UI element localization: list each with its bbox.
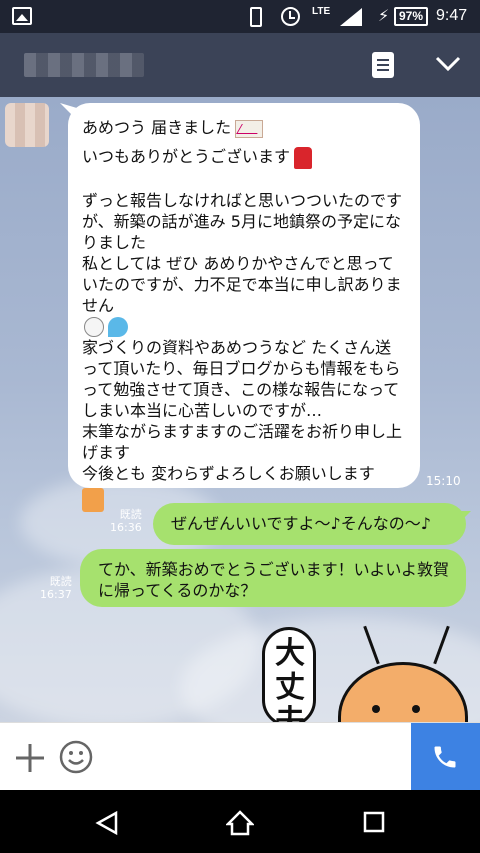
read-status: 既読 (119, 508, 142, 521)
sweat-emoji-icon (108, 317, 128, 337)
notes-icon[interactable] (372, 52, 394, 78)
system-nav-bar (0, 790, 480, 853)
message-line: いつもありがとうございます (82, 147, 291, 166)
sticker-eye (372, 705, 380, 713)
vibrate-icon (250, 7, 262, 27)
message-text: てか、新築おめでとうございます！いよいよ敦賀に帰ってくるのかな？ (98, 560, 450, 600)
gallery-icon (12, 7, 32, 25)
message-line: 末筆ながらますますのご活躍をお祈り申し上げます (82, 422, 403, 462)
message-line: 今後とも 変わらずよろしくお願いします (82, 464, 375, 483)
chevron-down-icon[interactable] (434, 49, 462, 77)
message-line: ずっと報告しなければと思いつついたのですが、新築の話が進み 5月に地鎮祭の予定に… (82, 190, 403, 252)
sticker-eye (412, 705, 420, 713)
charging-icon: ⚡ (378, 6, 390, 25)
avatar[interactable] (5, 103, 49, 147)
phone-icon (434, 746, 456, 768)
message-line: 私としては ぜひ あめりかやさんでと思っていたのですが、力不足で本当に申し訳あり… (82, 253, 402, 315)
contact-name-blurred[interactable] (24, 53, 144, 77)
message-time: 16:36 (110, 521, 142, 534)
house-emoji-icon (82, 488, 104, 512)
message-line: あめつう 届きました (82, 118, 232, 137)
back-icon[interactable] (94, 810, 120, 836)
plus-icon[interactable] (14, 742, 46, 774)
network-type: LTE (312, 6, 331, 17)
incoming-message[interactable]: あめつう 届きました いつもありがとうございます ずっと報告しなければと思いつつ… (68, 103, 420, 512)
clock: 9:47 (436, 7, 468, 24)
call-button[interactable] (411, 723, 480, 791)
alarm-icon (281, 7, 300, 26)
sticker-text: 大丈夫 (275, 636, 305, 723)
outgoing-message[interactable]: てか、新築おめでとうございます！いよいよ敦賀に帰ってくるのかな？ (80, 549, 466, 607)
chat-area[interactable]: あめつう 届きました いつもありがとうございます ずっと報告しなければと思いつつ… (0, 97, 480, 722)
status-bar: LTE ⚡ 97% 9:47 (0, 0, 480, 33)
message-text: ぜんぜんいいですよ～♪そんなの～♪ (171, 514, 431, 533)
message-meta: 既読 16:36 (110, 508, 142, 534)
mail-emoji-icon (235, 119, 264, 138)
outgoing-message[interactable]: ぜんぜんいいですよ～♪そんなの～♪ (153, 503, 471, 545)
bubble-tail (60, 103, 76, 119)
smile-icon[interactable] (59, 740, 93, 774)
chat-header (0, 33, 480, 97)
battery-level: 97% (394, 7, 428, 26)
home-icon[interactable] (226, 810, 254, 836)
input-bar (0, 722, 480, 791)
message-meta: 既読 16:37 (40, 575, 72, 601)
message-time: 16:37 (40, 588, 72, 601)
read-status: 既読 (49, 575, 72, 588)
recents-icon[interactable] (362, 810, 386, 834)
bubble-tail (457, 511, 471, 525)
message-time: 15:10 (426, 474, 461, 488)
postbox-emoji-icon (294, 146, 313, 169)
message-line: 家づくりの資料やあめつうなど たくさん送って頂いたり、毎日ブログからも情報をもら… (82, 338, 401, 420)
signal-icon (340, 8, 362, 26)
crying-bunny-emoji-icon (84, 317, 104, 337)
